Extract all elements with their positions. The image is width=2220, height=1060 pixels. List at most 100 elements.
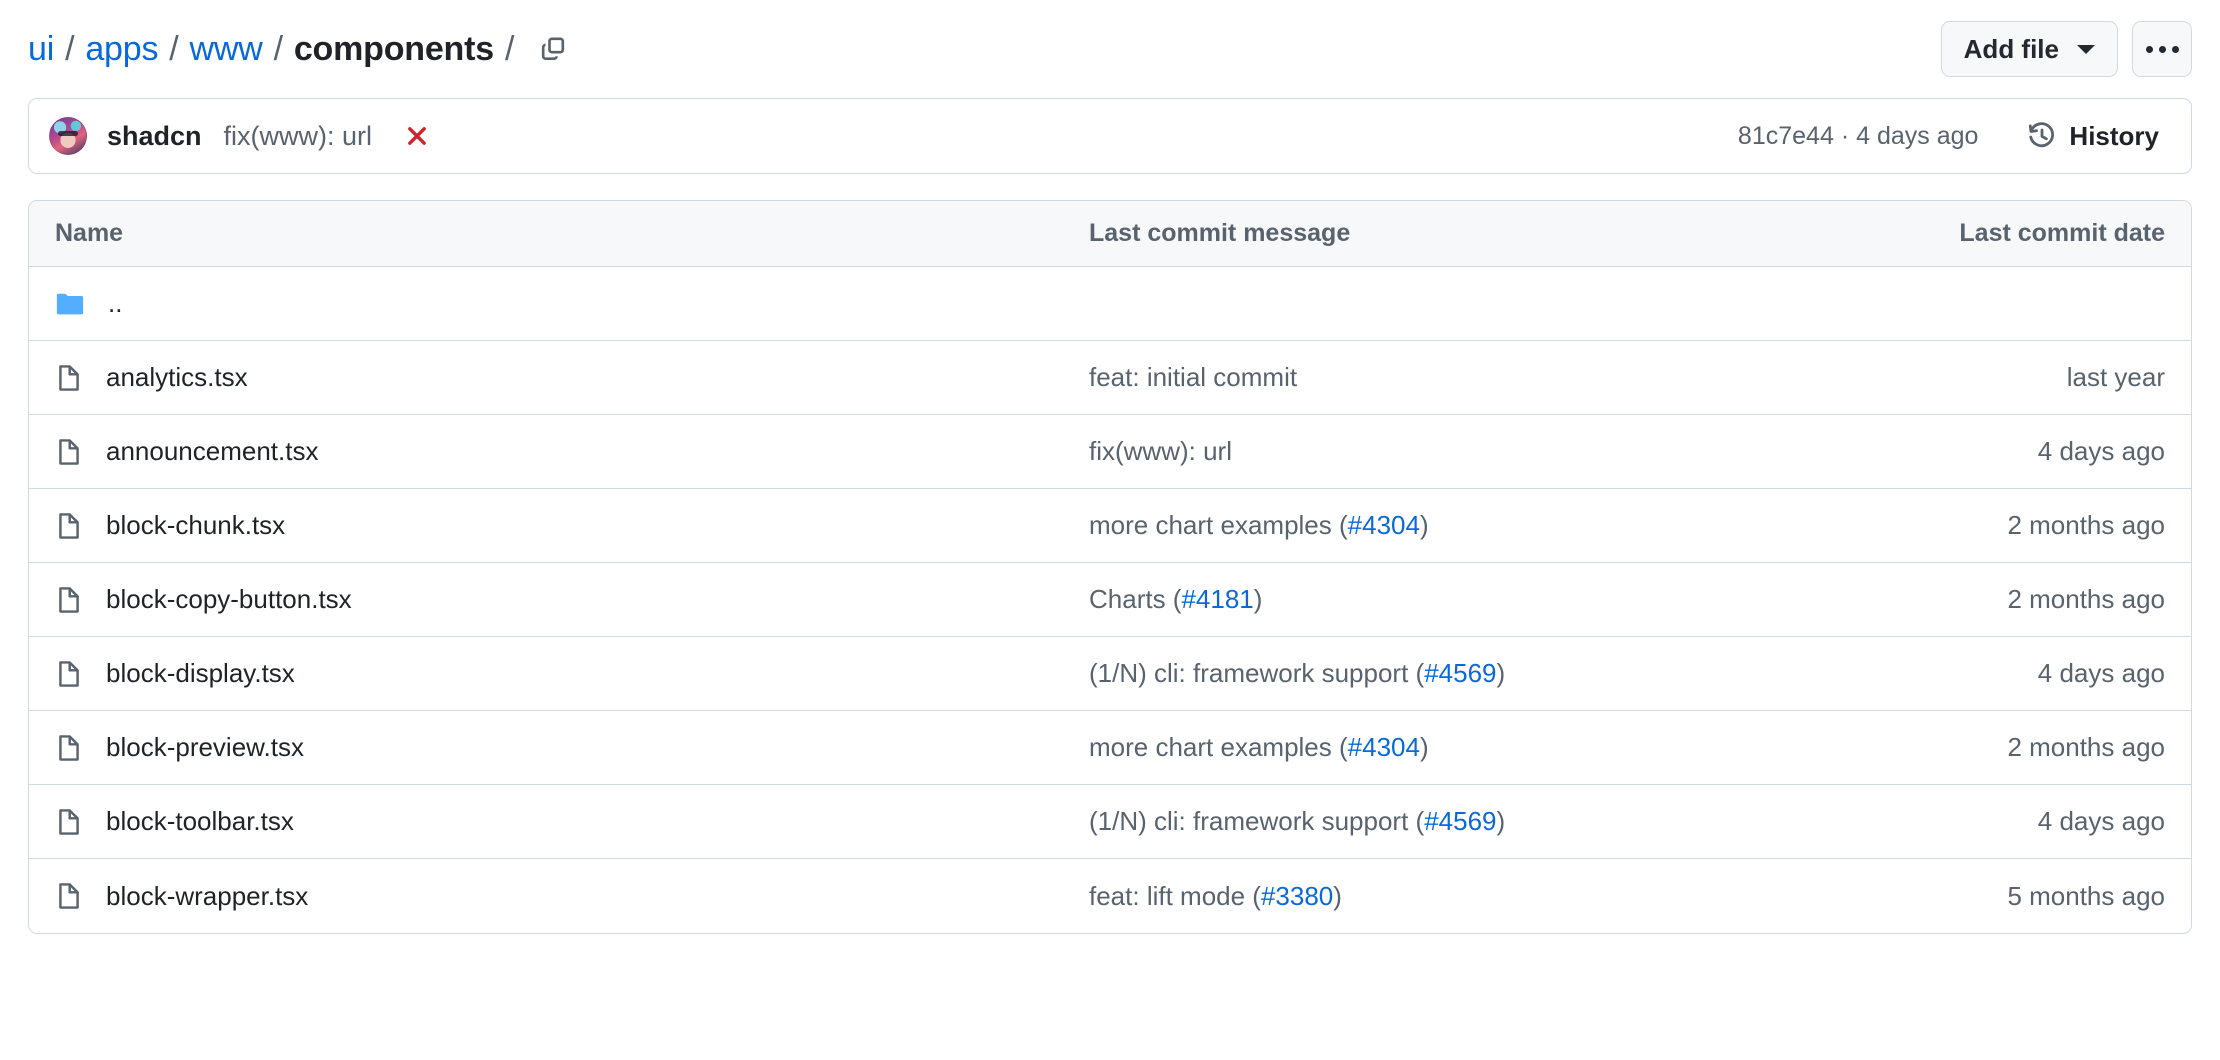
file-name-cell: block-copy-button.tsx	[29, 584, 1089, 615]
table-header-row: Name Last commit message Last commit dat…	[29, 201, 2191, 267]
kebab-horizontal-icon	[2158, 45, 2166, 53]
avatar[interactable]	[49, 117, 87, 155]
commit-message-cell: fix(www): url	[1089, 436, 1861, 467]
file-link[interactable]: block-toolbar.tsx	[106, 806, 294, 837]
commit-date-cell[interactable]: 4 days ago	[1861, 658, 2191, 689]
file-link[interactable]: block-wrapper.tsx	[106, 881, 308, 912]
commit-sha[interactable]: 81c7e44	[1738, 122, 1834, 150]
file-icon	[55, 364, 83, 392]
file-name-cell: block-chunk.tsx	[29, 510, 1089, 541]
commit-date-cell[interactable]: last year	[1861, 362, 2191, 393]
commit-message-cell: feat: initial commit	[1089, 362, 1861, 393]
commit-date-cell[interactable]: 2 months ago	[1861, 732, 2191, 763]
commit-status-failed-button[interactable]	[402, 121, 432, 151]
chevron-down-icon	[2077, 44, 2095, 54]
file-link[interactable]: block-display.tsx	[106, 658, 295, 689]
copy-icon	[539, 35, 567, 63]
commit-meta-dot: ·	[1840, 121, 1850, 150]
commit-message-text[interactable]: (1/N) cli: framework support (	[1089, 658, 1424, 688]
x-icon	[404, 123, 430, 149]
table-row[interactable]: block-wrapper.tsx feat: lift mode (#3380)…	[29, 859, 2191, 933]
table-row[interactable]: analytics.tsx feat: initial commit last ye…	[29, 341, 2191, 415]
file-icon	[55, 660, 83, 688]
column-header-name: Name	[55, 219, 124, 247]
commit-message-text[interactable]: more chart examples (	[1089, 732, 1348, 762]
table-row[interactable]: announcement.tsx fix(www): url 4 days ago	[29, 415, 2191, 489]
commit-message-text[interactable]: )	[1333, 881, 1342, 911]
commit-date-cell[interactable]: 4 days ago	[1861, 806, 2191, 837]
file-link[interactable]: block-copy-button.tsx	[106, 584, 352, 615]
directory-link[interactable]: ..	[108, 288, 122, 319]
table-row[interactable]: block-toolbar.tsx (1/N) cli: framework su…	[29, 785, 2191, 859]
add-file-label: Add file	[1963, 33, 2059, 64]
file-name-cell: block-toolbar.tsx	[29, 806, 1089, 837]
file-table: Name Last commit message Last commit dat…	[28, 200, 2192, 934]
commit-message-text[interactable]: feat: lift mode (	[1089, 881, 1261, 911]
pull-request-link[interactable]: #4569	[1424, 806, 1496, 836]
file-link[interactable]: block-preview.tsx	[106, 732, 304, 763]
breadcrumb: ui / apps / www / components /	[28, 27, 575, 71]
file-icon	[55, 512, 83, 540]
pull-request-link[interactable]: #4181	[1181, 584, 1253, 614]
pull-request-link[interactable]: #4304	[1348, 732, 1420, 762]
pull-request-link[interactable]: #4569	[1424, 658, 1496, 688]
table-row[interactable]: block-preview.tsx more chart examples (#4…	[29, 711, 2191, 785]
commit-message-cell: more chart examples (#4304)	[1089, 732, 1861, 763]
commit-message-text[interactable]: more chart examples (	[1089, 510, 1348, 540]
commit-author-link[interactable]: shadcn	[107, 121, 202, 152]
commit-message-text[interactable]: )	[1420, 510, 1429, 540]
topbar: ui / apps / www / components / Add file	[28, 0, 2192, 98]
file-name-cell: analytics.tsx	[29, 362, 1089, 393]
breadcrumb-item-apps[interactable]: apps	[85, 30, 158, 69]
commit-date-cell[interactable]: 2 months ago	[1861, 510, 2191, 541]
column-header-date: Last commit date	[1959, 219, 2165, 247]
table-row[interactable]: block-copy-button.tsx Charts (#4181) 2 mon…	[29, 563, 2191, 637]
history-label: History	[2069, 120, 2159, 151]
commit-date-cell[interactable]: 2 months ago	[1861, 584, 2191, 615]
breadcrumb-item-www[interactable]: www	[190, 30, 263, 69]
commit-message-text[interactable]: feat: initial commit	[1089, 362, 1297, 392]
pull-request-link[interactable]: #4304	[1348, 510, 1420, 540]
commit-message-text[interactable]: Charts (	[1089, 584, 1181, 614]
commit-message-text[interactable]: )	[1497, 806, 1506, 836]
file-link[interactable]: block-chunk.tsx	[106, 510, 285, 541]
commit-message-text[interactable]: )	[1420, 732, 1429, 762]
commit-message-text[interactable]: )	[1497, 658, 1506, 688]
table-row[interactable]: block-chunk.tsx more chart examples (#430…	[29, 489, 2191, 563]
breadcrumb-separator: /	[273, 29, 283, 68]
file-icon	[55, 586, 83, 614]
commit-relative-time: 4 days ago	[1856, 121, 1979, 150]
history-icon	[2028, 122, 2056, 150]
commit-message-cell: (1/N) cli: framework support (#4569)	[1089, 658, 1861, 689]
breadcrumb-item-ui[interactable]: ui	[28, 30, 54, 69]
column-header-message: Last commit message	[1089, 219, 1351, 247]
file-list: .. analytics.tsx feat: initial commit last …	[29, 267, 2191, 933]
commit-message-text[interactable]: (1/N) cli: framework support (	[1089, 806, 1424, 836]
add-file-button[interactable]: Add file	[1940, 21, 2118, 77]
commit-message-text[interactable]: )	[1254, 584, 1263, 614]
folder-icon	[55, 289, 85, 319]
commit-meta-separator	[1834, 122, 1841, 150]
copy-path-button[interactable]	[531, 27, 575, 71]
table-row[interactable]: ..	[29, 267, 2191, 341]
commit-message-cell: feat: lift mode (#3380)	[1089, 881, 1861, 912]
commit-message-link[interactable]: fix(www): url	[224, 121, 373, 152]
file-link[interactable]: announcement.tsx	[106, 436, 318, 467]
breadcrumb-separator: /	[169, 29, 179, 68]
file-icon	[55, 808, 83, 836]
file-link[interactable]: analytics.tsx	[106, 362, 248, 393]
commit-message-text[interactable]: fix(www): url	[1089, 436, 1232, 466]
file-icon	[55, 882, 83, 910]
commit-message-cell: more chart examples (#4304)	[1089, 510, 1861, 541]
history-button[interactable]: History	[2018, 115, 2169, 158]
latest-commit-right: 81c7e44 · 4 days ago History	[1738, 115, 2169, 158]
kebab-horizontal-icon	[2171, 45, 2179, 53]
file-icon	[55, 734, 83, 762]
commit-date-cell[interactable]: 4 days ago	[1861, 436, 2191, 467]
pull-request-link[interactable]: #3380	[1261, 881, 1333, 911]
table-row[interactable]: block-display.tsx (1/N) cli: framework su…	[29, 637, 2191, 711]
commit-date-cell[interactable]: 5 months ago	[1861, 881, 2191, 912]
more-options-button[interactable]	[2132, 21, 2192, 77]
latest-commit-left: shadcn fix(www): url	[49, 117, 432, 155]
file-name-cell: announcement.tsx	[29, 436, 1089, 467]
